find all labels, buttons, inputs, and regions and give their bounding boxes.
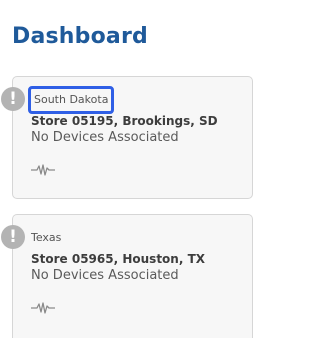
store-name: Store 05195, Brookings, SD — [31, 114, 218, 128]
store-card[interactable]: ! South Dakota Store 05195, Brookings, S… — [1, 76, 253, 199]
store-state-label: Texas — [31, 231, 62, 244]
page-title: Dashboard — [12, 24, 148, 49]
store-name: Store 05965, Houston, TX — [31, 252, 206, 266]
device-status: No Devices Associated — [31, 130, 179, 145]
exclamation-circle-icon: ! — [1, 87, 25, 111]
pulse-icon — [31, 302, 55, 314]
exclamation-circle-icon: ! — [1, 225, 25, 249]
device-status: No Devices Associated — [31, 268, 179, 283]
store-card[interactable]: ! Texas Store 05965, Houston, TX No Devi… — [1, 214, 253, 338]
store-state-label[interactable]: South Dakota — [28, 86, 115, 114]
pulse-icon — [31, 164, 55, 176]
